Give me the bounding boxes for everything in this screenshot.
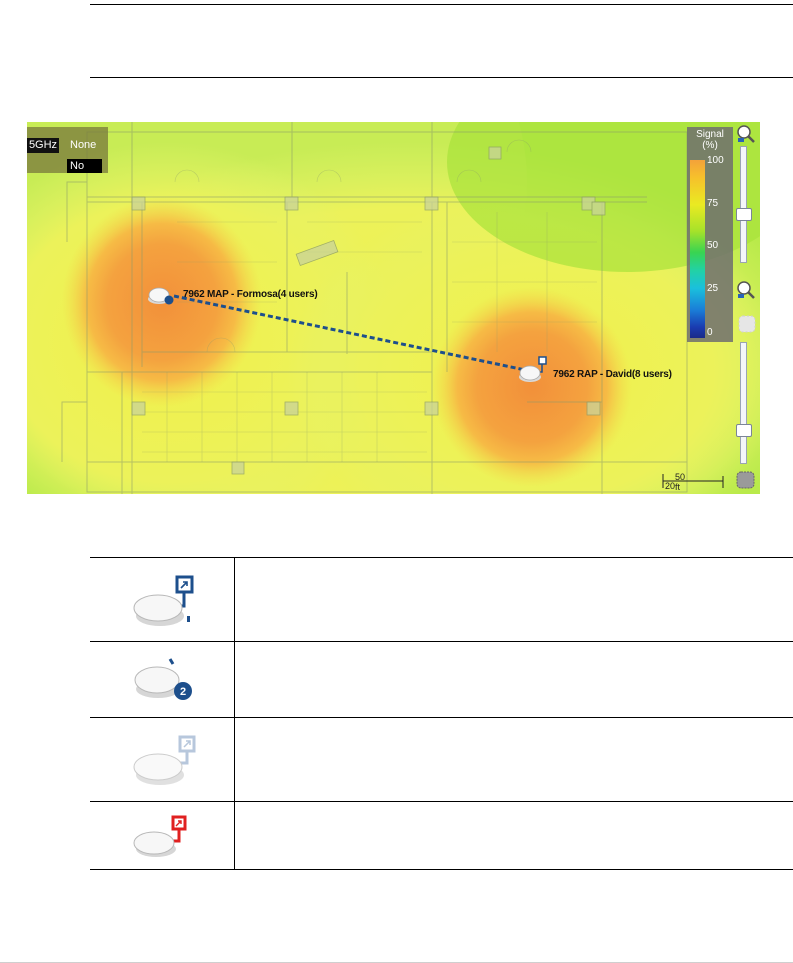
signal-tick: 75 <box>707 198 719 209</box>
contrast-slider-track[interactable] <box>740 342 747 464</box>
signal-color-bar <box>690 160 705 338</box>
coverage-map[interactable]: 5GHz None No 7962 MAP - Formosa(4 users)… <box>27 122 760 494</box>
legend-row <box>90 717 793 802</box>
ap-device-icon <box>519 356 547 382</box>
contrast-slider-handle[interactable] <box>736 424 752 437</box>
legend-description <box>234 801 793 870</box>
legend-icon-cell <box>90 801 235 870</box>
map-access-point[interactable] <box>147 284 175 306</box>
zoom-slider-handle[interactable] <box>736 208 752 221</box>
ap-label-david[interactable]: 7962 RAP - David(8 users) <box>553 369 672 380</box>
legend-row <box>90 801 793 870</box>
legend-description <box>234 717 793 802</box>
scale-feet: 50 ft <box>675 472 686 492</box>
heatmap-floorplan <box>27 122 760 494</box>
rap-access-point[interactable] <box>517 356 547 384</box>
signal-tick: 100 <box>707 155 724 166</box>
legend-icon-cell <box>90 557 235 642</box>
svg-text:2: 2 <box>180 686 186 698</box>
rap-faded-icon <box>133 735 196 785</box>
top-rule-2 <box>90 77 793 78</box>
scale-meters: 20 m <box>665 481 676 494</box>
signal-legend: Signal (%) 100 75 50 25 0 <box>687 127 733 342</box>
ap-label-formosa[interactable]: 7962 MAP - Formosa(4 users) <box>183 289 318 300</box>
ap-badge-icon <box>164 295 174 305</box>
top-rule-1 <box>90 4 793 5</box>
legend-description <box>234 641 793 718</box>
rap-icon <box>133 575 194 626</box>
signal-tick: 50 <box>707 240 719 251</box>
signal-tick: 0 <box>707 327 713 338</box>
toggle-select[interactable]: No <box>67 159 102 173</box>
legend-icon-cell <box>90 717 235 802</box>
band-selector-panel[interactable]: 5GHz None No <box>27 127 108 173</box>
legend-icon-cell: 2 <box>90 641 235 718</box>
icon-legend-table: 2 <box>90 557 793 870</box>
ap-device-icon <box>148 287 174 305</box>
legend-description <box>234 557 793 642</box>
legend-row: 2 <box>90 641 793 718</box>
zoom-slider-track[interactable] <box>740 146 747 263</box>
map-icon: 2 <box>134 658 192 700</box>
rap-red-icon <box>133 815 187 857</box>
band-value[interactable]: None <box>70 138 96 153</box>
legend-row <box>90 557 793 642</box>
signal-legend-title: Signal (%) <box>696 129 724 151</box>
band-label[interactable]: 5GHz <box>27 138 59 153</box>
signal-tick: 25 <box>707 283 719 294</box>
